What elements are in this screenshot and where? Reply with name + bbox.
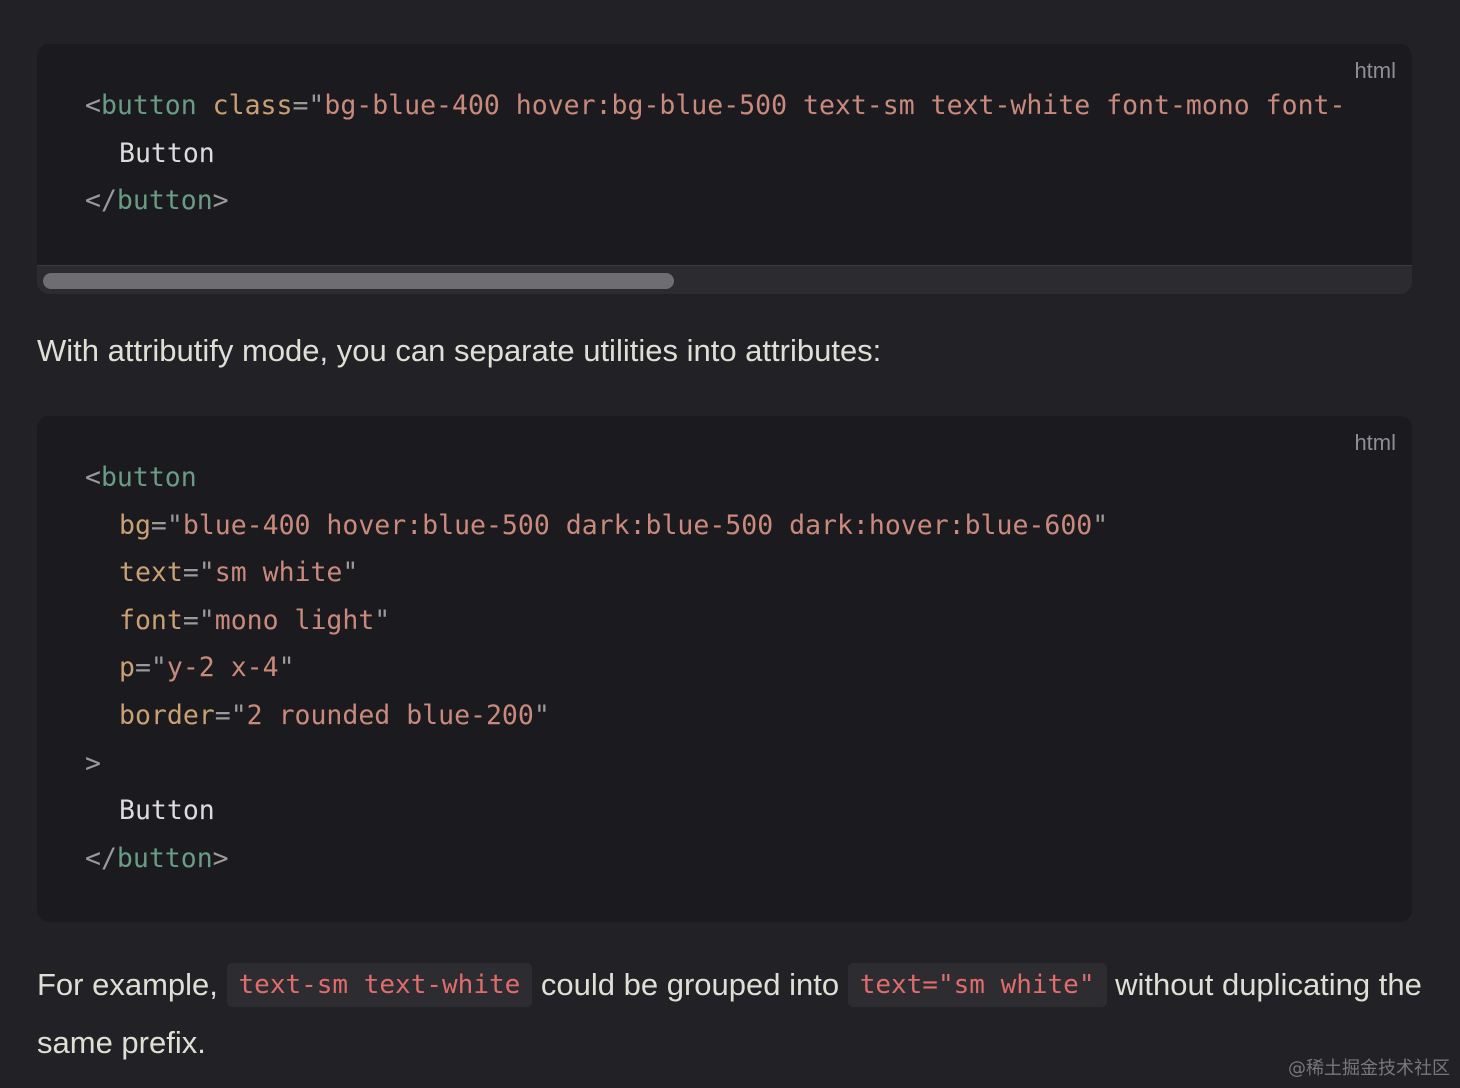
watermark: @稀土掘金技术社区	[1288, 1058, 1450, 1079]
paragraph-example: For example, text-sm text-white could be…	[37, 956, 1427, 1072]
code-line: text="sm white"	[119, 557, 359, 589]
code-language-label: html	[1354, 430, 1396, 455]
code-content: <button class="bg-blue-400 hover:bg-blue…	[85, 82, 1345, 225]
code-line: >	[85, 747, 101, 779]
horizontal-scrollbar[interactable]	[37, 265, 1412, 294]
code-line: p="y-2 x-4"	[119, 652, 295, 684]
scrollbar-thumb[interactable]	[43, 273, 674, 289]
paragraph-attributify: With attributify mode, you can separate …	[37, 333, 882, 368]
code-line: Button	[119, 795, 215, 827]
code-block-html-2: html <button bg="blue-400 hover:blue-500 …	[37, 416, 1412, 922]
paragraph-text: For example,	[37, 967, 227, 1002]
code-block-html-1: html <button class="bg-blue-400 hover:bg…	[37, 44, 1412, 294]
code-line: border="2 rounded blue-200"	[119, 699, 550, 731]
code-line: </button>	[85, 185, 229, 217]
code-line: font="mono light"	[119, 604, 391, 636]
code-line: </button>	[85, 842, 229, 874]
code-content: <button bg="blue-400 hover:blue-500 dark:…	[85, 454, 1108, 882]
code-language-label: html	[1354, 58, 1396, 83]
code-line: bg="blue-400 hover:blue-500 dark:blue-50…	[119, 509, 1109, 541]
inline-code: text-sm text-white	[226, 963, 533, 1007]
inline-code: text="sm white"	[847, 963, 1107, 1007]
code-line: <button class="bg-blue-400 hover:bg-blue…	[85, 90, 1346, 121]
paragraph-text: could be grouped into	[532, 967, 848, 1002]
code-line: <button	[85, 462, 197, 493]
code-line: Button	[119, 137, 215, 169]
